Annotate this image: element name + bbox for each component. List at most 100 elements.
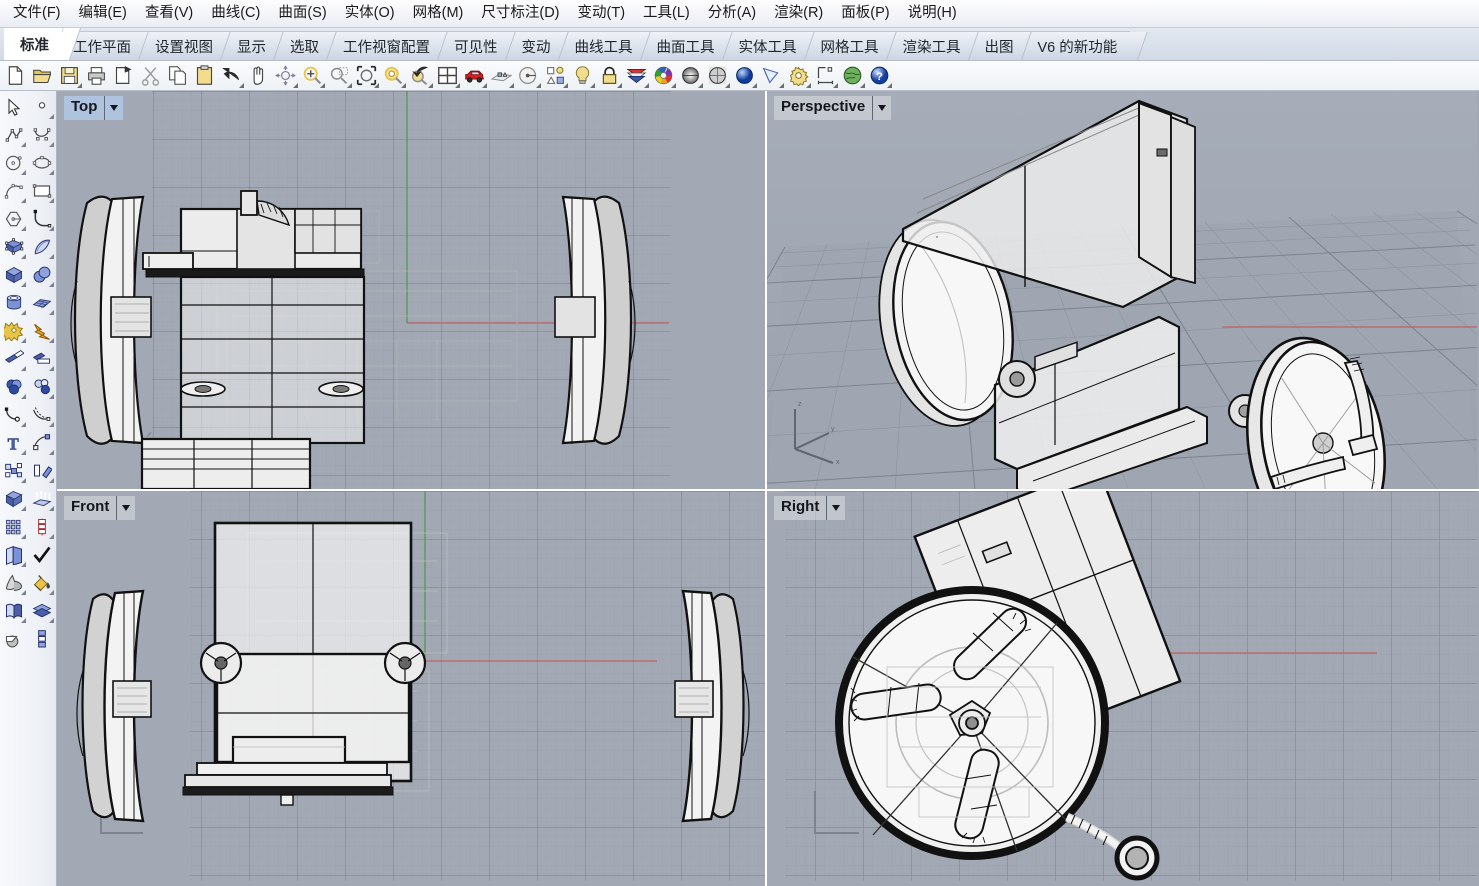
options-button[interactable] bbox=[785, 62, 812, 89]
side-rectangle[interactable] bbox=[28, 177, 56, 205]
side-array[interactable] bbox=[0, 513, 28, 541]
side-rotate[interactable] bbox=[28, 457, 56, 485]
side-circle[interactable] bbox=[0, 149, 28, 177]
rotate-view-button[interactable] bbox=[272, 62, 299, 89]
tab-visibility[interactable]: 可见性 bbox=[438, 31, 511, 60]
menu-analyze[interactable]: 分析(A) bbox=[699, 3, 765, 25]
side-polyline[interactable] bbox=[0, 121, 28, 149]
menu-render[interactable]: 渲染(R) bbox=[765, 3, 832, 25]
tab-select[interactable]: 选取 bbox=[274, 31, 332, 60]
zoom-in-button[interactable] bbox=[299, 62, 326, 89]
side-select[interactable] bbox=[0, 93, 28, 121]
viewport-right[interactable]: Right bbox=[767, 491, 1479, 886]
open-button[interactable] bbox=[29, 62, 56, 89]
copy-button[interactable] bbox=[164, 62, 191, 89]
side-paint[interactable] bbox=[28, 569, 56, 597]
side-layout[interactable] bbox=[0, 541, 28, 569]
tab-set-view[interactable]: 设置视图 bbox=[139, 31, 226, 60]
zoom-dynamic-button[interactable] bbox=[326, 62, 353, 89]
side-blend[interactable] bbox=[0, 373, 28, 401]
side-explode[interactable] bbox=[28, 317, 56, 345]
cut-button[interactable] bbox=[137, 62, 164, 89]
side-extend[interactable] bbox=[0, 401, 28, 429]
viewport-top[interactable]: Top bbox=[57, 91, 767, 491]
lock-button[interactable] bbox=[596, 62, 623, 89]
menu-dimension[interactable]: 尺寸标注(D) bbox=[472, 3, 568, 25]
shade-button[interactable] bbox=[677, 62, 704, 89]
tab-render-tools[interactable]: 渲染工具 bbox=[887, 31, 974, 60]
side-loft[interactable] bbox=[28, 233, 56, 261]
tab-display[interactable]: 显示 bbox=[221, 31, 279, 60]
set-cplane-button[interactable] bbox=[488, 62, 515, 89]
tab-curve-tools[interactable]: 曲线工具 bbox=[559, 31, 646, 60]
four-viewport-button[interactable] bbox=[434, 62, 461, 89]
help-button[interactable]: ? bbox=[866, 62, 893, 89]
side-check[interactable] bbox=[28, 541, 56, 569]
viewport-front-label[interactable]: Front bbox=[64, 496, 135, 520]
side-fillet[interactable] bbox=[28, 205, 56, 233]
side-array-linear[interactable] bbox=[28, 513, 56, 541]
menu-transform[interactable]: 变动(T) bbox=[569, 3, 635, 25]
tab-solid-tools[interactable]: 实体工具 bbox=[723, 31, 810, 60]
viewport-right-label[interactable]: Right bbox=[774, 496, 845, 520]
tab-viewport-layout[interactable]: 工作视窗配置 bbox=[327, 31, 443, 60]
menu-tools[interactable]: 工具(L) bbox=[634, 3, 699, 25]
tab-transform[interactable]: 变动 bbox=[506, 31, 564, 60]
tab-surface-tools[interactable]: 曲面工具 bbox=[641, 31, 728, 60]
side-scale[interactable] bbox=[0, 457, 28, 485]
menu-edit[interactable]: 编辑(E) bbox=[70, 3, 136, 25]
dimension-button[interactable] bbox=[812, 62, 839, 89]
color-button[interactable] bbox=[650, 62, 677, 89]
side-box[interactable] bbox=[0, 261, 28, 289]
side-arc[interactable] bbox=[0, 177, 28, 205]
layers-button[interactable] bbox=[542, 62, 569, 89]
named-views-button[interactable] bbox=[461, 62, 488, 89]
camera-button[interactable] bbox=[758, 62, 785, 89]
side-point[interactable] bbox=[28, 93, 56, 121]
side-offset[interactable] bbox=[28, 401, 56, 429]
side-move[interactable] bbox=[28, 429, 56, 457]
side-extrude-normal[interactable] bbox=[28, 485, 56, 513]
side-cone[interactable] bbox=[0, 569, 28, 597]
zoom-selected-button[interactable] bbox=[380, 62, 407, 89]
lights-button[interactable] bbox=[569, 62, 596, 89]
menu-solid[interactable]: 实体(O) bbox=[336, 3, 404, 25]
side-sphere[interactable] bbox=[28, 261, 56, 289]
side-polygon[interactable] bbox=[0, 205, 28, 233]
side-split[interactable] bbox=[28, 345, 56, 373]
side-cylinder[interactable] bbox=[0, 289, 28, 317]
menu-curve[interactable]: 曲线(C) bbox=[202, 3, 269, 25]
menu-view[interactable]: 查看(V) bbox=[136, 3, 202, 25]
pan-button[interactable] bbox=[245, 62, 272, 89]
side-stack-squares[interactable] bbox=[28, 625, 56, 653]
chevron-down-icon[interactable] bbox=[872, 96, 891, 120]
tab-whats-new-v6[interactable]: V6 的新功能 bbox=[1022, 31, 1131, 60]
web-button[interactable] bbox=[839, 62, 866, 89]
copy-clipboard-button[interactable] bbox=[110, 62, 137, 89]
new-button[interactable] bbox=[2, 62, 29, 89]
ghosted-button[interactable] bbox=[704, 62, 731, 89]
tab-mesh-tools[interactable]: 网格工具 bbox=[805, 31, 892, 60]
side-curve[interactable] bbox=[28, 121, 56, 149]
menu-file[interactable]: 文件(F) bbox=[4, 3, 70, 25]
viewport-perspective-label[interactable]: Perspective bbox=[774, 96, 891, 120]
chevron-down-icon[interactable] bbox=[116, 496, 135, 520]
tab-standard[interactable]: 标准 bbox=[4, 27, 62, 60]
side-book[interactable] bbox=[0, 597, 28, 625]
osnap-button[interactable] bbox=[515, 62, 542, 89]
paste-button[interactable] bbox=[191, 62, 218, 89]
side-join[interactable] bbox=[28, 373, 56, 401]
chevron-down-icon[interactable] bbox=[104, 96, 123, 120]
side-surface-points[interactable] bbox=[0, 233, 28, 261]
menu-panels[interactable]: 面板(P) bbox=[832, 3, 898, 25]
menu-help[interactable]: 说明(H) bbox=[899, 3, 966, 25]
save-button[interactable] bbox=[56, 62, 83, 89]
side-stack[interactable] bbox=[28, 597, 56, 625]
side-boolean[interactable] bbox=[0, 317, 28, 345]
render-button[interactable] bbox=[731, 62, 758, 89]
viewport-front[interactable]: Front bbox=[57, 491, 767, 886]
side-text[interactable]: T bbox=[0, 429, 28, 457]
side-mesh[interactable] bbox=[28, 289, 56, 317]
chevron-down-icon[interactable] bbox=[826, 496, 845, 520]
viewport-top-label[interactable]: Top bbox=[64, 96, 123, 120]
